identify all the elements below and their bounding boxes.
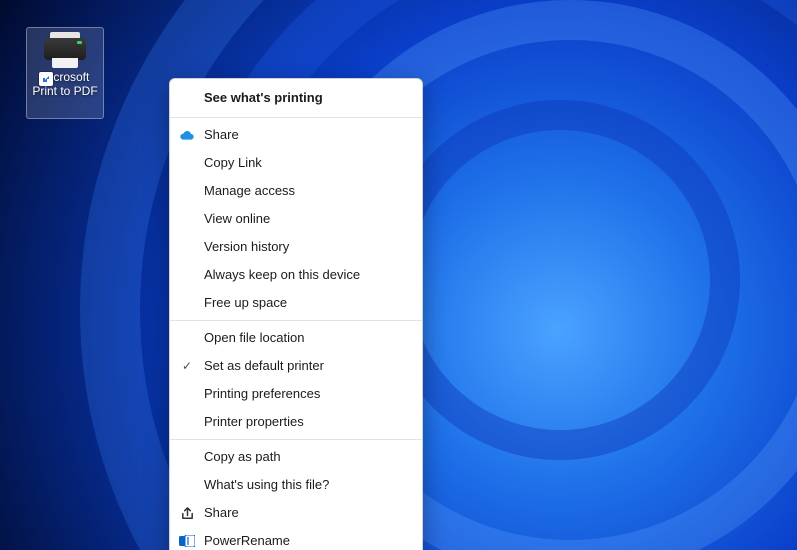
desktop-icon-label-line2: Print to PDF [27,84,103,98]
share-icon [178,504,196,522]
desktop-shortcut-microsoft-print-to-pdf[interactable]: Microsoft Print to PDF [26,27,104,119]
menu-item-view-online[interactable]: View online [170,205,422,233]
context-menu-title[interactable]: See what's printing [170,83,422,114]
menu-item-powerrename[interactable]: PowerRename [170,527,422,550]
menu-item-label: Share [204,505,239,521]
menu-item-label: Open file location [204,330,304,346]
menu-item-label: Always keep on this device [204,267,360,283]
menu-item-copy-link[interactable]: Copy Link [170,149,422,177]
menu-item-share[interactable]: Share [170,499,422,527]
menu-item-label: Copy Link [204,155,262,171]
printer-icon [44,32,86,68]
menu-separator [170,320,422,321]
powerrename-icon [178,532,196,550]
menu-item-label: Printing preferences [204,386,320,402]
menu-item-label: Free up space [204,295,287,311]
menu-item-label: Share [204,127,239,143]
menu-item-version-history[interactable]: Version history [170,233,422,261]
menu-item-free-up-space[interactable]: Free up space [170,289,422,317]
menu-item-label: View online [204,211,270,227]
menu-item-copy-as-path[interactable]: Copy as path [170,443,422,471]
context-menu: See what's printing Share Copy Link Mana… [169,78,423,550]
menu-item-label: Printer properties [204,414,304,430]
menu-item-set-as-default-printer[interactable]: ✓ Set as default printer [170,352,422,380]
menu-item-share-onedrive[interactable]: Share [170,121,422,149]
menu-item-label: Copy as path [204,449,281,465]
menu-separator [170,439,422,440]
menu-item-whats-using-this-file[interactable]: What's using this file? [170,471,422,499]
menu-item-printer-properties[interactable]: Printer properties [170,408,422,436]
menu-item-label: What's using this file? [204,477,329,493]
shortcut-arrow-icon [39,72,53,86]
menu-item-open-file-location[interactable]: Open file location [170,324,422,352]
menu-item-always-keep-on-device[interactable]: Always keep on this device [170,261,422,289]
menu-item-printing-preferences[interactable]: Printing preferences [170,380,422,408]
checkmark-icon: ✓ [178,357,196,375]
menu-item-manage-access[interactable]: Manage access [170,177,422,205]
menu-item-label: Set as default printer [204,358,324,374]
desktop-wallpaper[interactable]: Microsoft Print to PDF See what's printi… [0,0,797,550]
menu-item-label: Version history [204,239,289,255]
menu-separator [170,117,422,118]
onedrive-cloud-icon [178,126,196,144]
menu-item-label: PowerRename [204,533,290,549]
menu-item-label: Manage access [204,183,295,199]
